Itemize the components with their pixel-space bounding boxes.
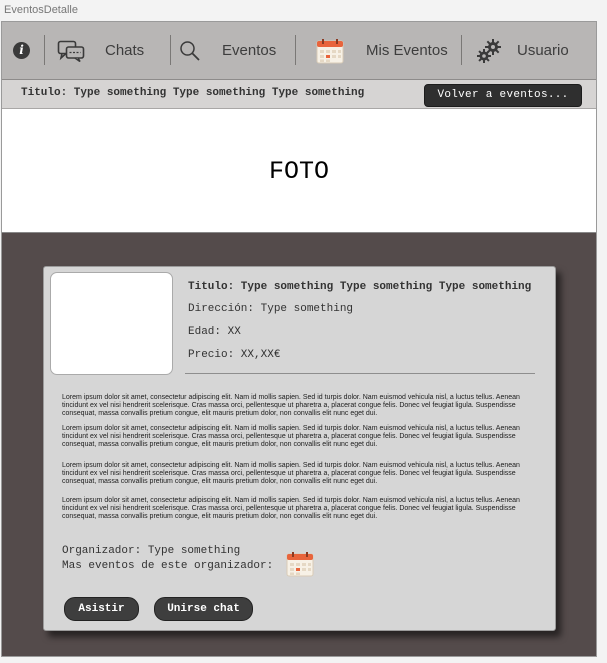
photo-banner: FOTO [2,109,596,233]
nav-item-eventos[interactable]: Eventos [179,22,276,79]
calendar-icon [316,38,344,63]
chat-bubbles-icon [57,40,85,62]
event-price: Precio: XX,XX€ [188,349,281,361]
app-frame: i Chats Eventos Mis Eventos Usuario Titu… [1,21,597,657]
info-icon: i [13,42,30,59]
nav-item-usuario[interactable]: Usuario [475,22,569,79]
event-detail-card: Titulo: Type something Type something Ty… [43,266,556,631]
photo-placeholder-label: FOTO [268,157,329,186]
attend-button[interactable]: Asistir [64,597,139,621]
organizer-events-calendar-button[interactable] [286,551,314,577]
calendar-icon [286,552,314,577]
page-title: Titulo: Type something Type something Ty… [21,87,365,99]
search-icon [180,40,200,61]
nav-label-chats: Chats [105,42,145,59]
nav-divider [295,35,296,65]
organizer-label: Organizador: Type something [62,545,241,557]
event-age: Edad: XX [188,326,241,338]
nav-label-mis-eventos: Mis Eventos [366,42,448,59]
top-nav: i Chats Eventos Mis Eventos Usuario [2,22,596,80]
back-to-events-button[interactable]: Volver a eventos... [424,84,582,107]
nav-divider [170,35,171,65]
more-events-label: Mas eventos de este organizador: [62,560,274,572]
nav-item-mis-eventos[interactable]: Mis Eventos [316,22,448,79]
info-button[interactable]: i [13,22,30,79]
nav-divider [44,35,45,65]
join-chat-button[interactable]: Unirse chat [154,597,253,621]
title-bar: Titulo: Type something Type something Ty… [2,80,596,109]
description-paragraph: Lorem ipsum dolor sit amet, consectetur … [62,462,520,485]
description-paragraph: Lorem ipsum dolor sit amet, consectetur … [62,394,520,417]
description-paragraph: Lorem ipsum dolor sit amet, consectetur … [62,425,520,448]
nav-label-eventos: Eventos [222,42,277,59]
nav-divider [461,35,462,65]
gears-icon [477,38,501,63]
event-address: Dirección: Type something [188,303,354,315]
window-title: EventosDetalle [4,4,78,16]
event-thumbnail [50,272,173,375]
event-title: Titulo: Type something Type something Ty… [188,281,532,293]
nav-label-usuario: Usuario [517,42,569,59]
divider [185,373,535,374]
nav-item-chats[interactable]: Chats [57,22,144,79]
description-paragraph: Lorem ipsum dolor sit amet, consectetur … [62,497,520,520]
